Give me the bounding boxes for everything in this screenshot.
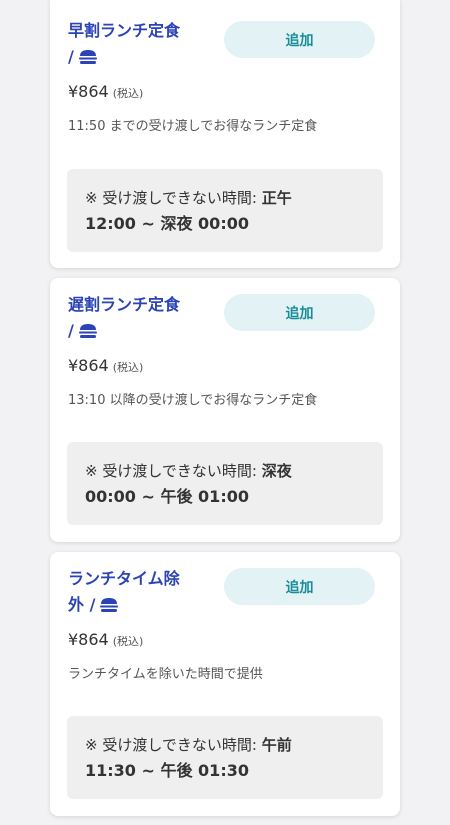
price-value: ¥864 <box>68 630 109 649</box>
unavailable-range: 00:00 ~ 午後 01:00 <box>85 487 249 506</box>
product-title-line1: 遅割ランチ定食 <box>68 295 181 314</box>
price-value: ¥864 <box>68 82 109 101</box>
add-button[interactable]: 追加 <box>224 21 375 58</box>
add-button[interactable]: 追加 <box>224 568 375 605</box>
product-list: 早割ランチ定食 / 追加 ¥864 (税込) 11:50 までの受け渡しでお得なラ… <box>0 0 450 825</box>
price: ¥864 (税込) <box>68 356 143 375</box>
unavailable-lead: ※ 受け渡しできない時間: <box>85 189 262 207</box>
tax-note: (税込) <box>112 87 144 100</box>
product-description: 11:50 までの受け渡しでお得なランチ定食 <box>68 119 318 134</box>
price-value: ¥864 <box>68 356 109 375</box>
product-title-line1: 早割ランチ定食 <box>68 21 181 40</box>
unavailable-range: 12:00 ~ 深夜 00:00 <box>85 214 249 233</box>
unavailable-time-notice: ※ 受け渡しできない時間: 正午 12:00 ~ 深夜 00:00 <box>67 169 383 252</box>
price: ¥864 (税込) <box>68 82 143 101</box>
product-card: 遅割ランチ定食 / 追加 ¥864 (税込) 13:10 以降の受け渡しでお得なラ… <box>50 278 400 542</box>
product-card: 早割ランチ定食 / 追加 ¥864 (税込) 11:50 までの受け渡しでお得なラ… <box>50 0 400 268</box>
product-title[interactable]: 早割ランチ定食 / <box>68 18 198 73</box>
unavailable-lead: ※ 受け渡しできない時間: <box>85 462 262 480</box>
burger-icon <box>99 595 119 621</box>
product-description: ランチタイムを除いた時間で提供 <box>68 667 263 682</box>
unavailable-lead: ※ 受け渡しできない時間: <box>85 736 262 754</box>
unavailable-period: 深夜 <box>261 462 292 480</box>
tax-note: (税込) <box>112 361 144 374</box>
product-title[interactable]: 遅割ランチ定食 / <box>68 292 198 347</box>
burger-icon <box>78 321 98 347</box>
burger-icon <box>78 47 98 73</box>
unavailable-period: 正午 <box>261 189 292 207</box>
product-title[interactable]: ランチタイム除 外 / <box>68 566 198 621</box>
product-description: 13:10 以降の受け渡しでお得なランチ定食 <box>68 393 318 408</box>
price: ¥864 (税込) <box>68 630 143 649</box>
unavailable-range: 11:30 ~ 午後 01:30 <box>85 761 249 780</box>
product-title-line2: 外 / <box>68 595 96 614</box>
unavailable-period: 午前 <box>261 736 292 754</box>
add-button[interactable]: 追加 <box>224 294 375 331</box>
product-card: ランチタイム除 外 / 追加 ¥864 (税込) ランチタイムを除いた時間で提供 … <box>50 552 400 816</box>
product-title-line1: ランチタイム除 <box>68 569 180 588</box>
product-title-line2: / <box>68 321 74 340</box>
unavailable-time-notice: ※ 受け渡しできない時間: 深夜 00:00 ~ 午後 01:00 <box>67 442 383 525</box>
unavailable-time-notice: ※ 受け渡しできない時間: 午前 11:30 ~ 午後 01:30 <box>67 716 383 799</box>
product-title-line2: / <box>68 47 74 66</box>
tax-note: (税込) <box>112 635 144 648</box>
